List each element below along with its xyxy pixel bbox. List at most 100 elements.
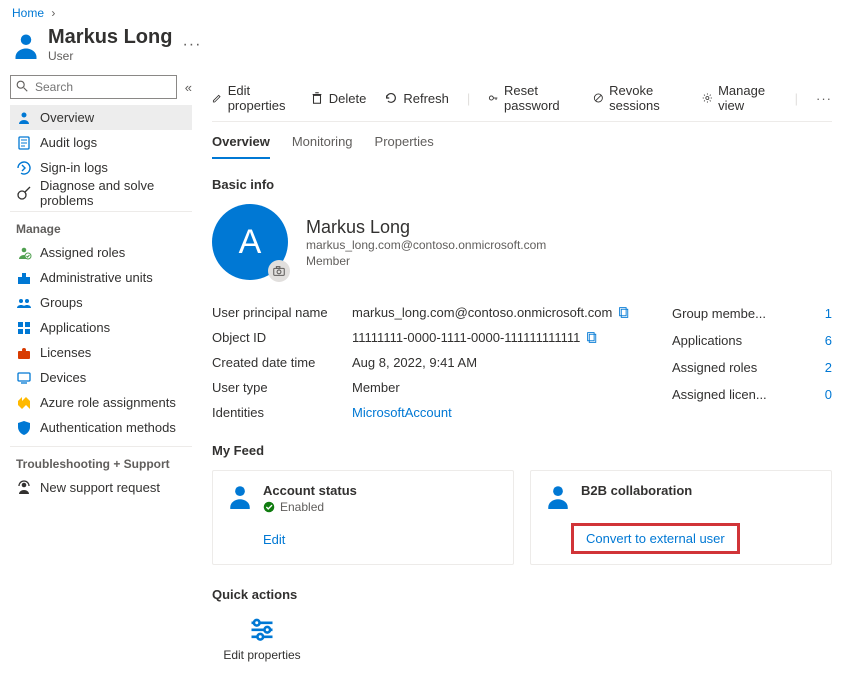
sidebar-item-label: Devices <box>40 370 86 385</box>
azure-role-icon <box>16 395 32 411</box>
toolbar: Edit properties Delete Refresh | Reset p… <box>212 77 832 122</box>
change-photo-button[interactable] <box>268 260 290 282</box>
objectid-value: 11111111-0000-1111-0000-111111111111 <box>352 330 580 345</box>
sidebar-item-groups[interactable]: Groups <box>10 290 192 315</box>
created-label: Created date time <box>212 355 352 370</box>
sidebar-item-auth-methods[interactable]: Authentication methods <box>10 415 192 440</box>
more-button[interactable]: ··· <box>182 36 201 54</box>
chevron-right-icon: › <box>51 6 55 20</box>
status-text: Enabled <box>280 500 324 514</box>
sidebar-item-label: Sign-in logs <box>40 160 108 175</box>
tab-monitoring[interactable]: Monitoring <box>292 134 353 159</box>
tab-properties[interactable]: Properties <box>375 134 434 159</box>
assigned-licenses-link[interactable]: 0 <box>825 387 832 402</box>
copy-button[interactable] <box>586 331 599 344</box>
search-input[interactable] <box>10 75 177 99</box>
sidebar-item-support[interactable]: New support request <box>10 475 192 500</box>
upn-label: User principal name <box>212 305 352 320</box>
sidebar-item-label: Authentication methods <box>40 420 176 435</box>
toolbar-more-button[interactable]: ··· <box>816 91 832 106</box>
quick-actions-heading: Quick actions <box>212 587 832 602</box>
assigned-roles-label: Assigned roles <box>672 360 757 375</box>
identities-link[interactable]: MicrosoftAccount <box>352 405 452 420</box>
account-status-card: Account status Enabled Edit <box>212 470 514 565</box>
toolbar-label: Manage view <box>718 83 777 113</box>
applications-link[interactable]: 6 <box>825 333 832 348</box>
sidebar-item-label: Licenses <box>40 345 91 360</box>
toolbar-divider: | <box>467 91 470 106</box>
quick-action-edit-properties[interactable]: Edit properties <box>212 614 312 662</box>
page-subtitle: User <box>48 49 172 63</box>
sidebar-item-label: Overview <box>40 110 94 125</box>
sidebar-item-admin-units[interactable]: Administrative units <box>10 265 192 290</box>
convert-to-external-link[interactable]: Convert to external user <box>586 531 725 546</box>
toolbar-label: Revoke sessions <box>609 83 684 113</box>
created-value: Aug 8, 2022, 9:41 AM <box>352 355 477 370</box>
toolbar-label: Delete <box>329 91 367 106</box>
admin-units-icon <box>16 270 32 286</box>
objectid-label: Object ID <box>212 330 352 345</box>
delete-button[interactable]: Delete <box>310 91 367 106</box>
main-content: Edit properties Delete Refresh | Reset p… <box>198 71 846 682</box>
collapse-sidebar-button[interactable]: « <box>185 80 192 95</box>
sidebar-item-assigned-roles[interactable]: Assigned roles <box>10 240 192 265</box>
sidebar-item-label: New support request <box>40 480 160 495</box>
refresh-button[interactable]: Refresh <box>384 91 449 106</box>
sidebar-item-label: Audit logs <box>40 135 97 150</box>
group-memberships-link[interactable]: 1 <box>825 306 832 321</box>
apps-icon <box>16 320 32 336</box>
edit-properties-button[interactable]: Edit properties <box>212 83 292 113</box>
reset-password-button[interactable]: Reset password <box>488 83 575 113</box>
user-member-type: Member <box>306 254 546 268</box>
sidebar-item-azure-roles[interactable]: Azure role assignments <box>10 390 192 415</box>
tab-overview[interactable]: Overview <box>212 134 270 159</box>
breadcrumb-home[interactable]: Home <box>12 6 44 20</box>
assigned-licenses-label: Assigned licen... <box>672 387 767 402</box>
sidebar-item-audit-logs[interactable]: Audit logs <box>10 130 192 155</box>
identities-label: Identities <box>212 405 352 420</box>
avatar: A <box>212 204 288 280</box>
toolbar-divider: | <box>795 91 798 106</box>
groups-icon <box>16 295 32 311</box>
edit-link[interactable]: Edit <box>263 532 285 547</box>
page-title: Markus Long <box>48 26 172 49</box>
usertype-label: User type <box>212 380 352 395</box>
user-icon <box>545 483 571 509</box>
sidebar-item-devices[interactable]: Devices <box>10 365 192 390</box>
revoke-sessions-button[interactable]: Revoke sessions <box>593 83 684 113</box>
wrench-icon <box>16 185 32 201</box>
sidebar-item-overview[interactable]: Overview <box>10 105 192 130</box>
copy-button[interactable] <box>618 306 631 319</box>
applications-label: Applications <box>672 333 742 348</box>
basic-info-heading: Basic info <box>212 177 832 192</box>
toolbar-label: Reset password <box>504 83 575 113</box>
audit-logs-icon <box>16 135 32 151</box>
breadcrumb: Home › <box>0 0 846 22</box>
gear-icon <box>702 91 713 105</box>
tabs: Overview Monitoring Properties <box>212 122 832 159</box>
page-header: Markus Long User ··· <box>0 22 846 71</box>
trash-icon <box>310 91 324 105</box>
sidebar-item-applications[interactable]: Applications <box>10 315 192 340</box>
sliders-icon <box>248 614 276 642</box>
sidebar-item-licenses[interactable]: Licenses <box>10 340 192 365</box>
card-title: Account status <box>263 483 357 498</box>
highlight-box: Convert to external user <box>571 523 740 554</box>
usertype-value: Member <box>352 380 400 395</box>
sidebar: « Overview Audit logs Sign-in logs Diagn… <box>0 71 198 682</box>
camera-icon <box>272 264 286 278</box>
sidebar-item-signin-logs[interactable]: Sign-in logs <box>10 155 192 180</box>
signin-icon <box>16 160 32 176</box>
manage-view-button[interactable]: Manage view <box>702 83 776 113</box>
user-icon <box>12 31 40 59</box>
assigned-roles-link[interactable]: 2 <box>825 360 832 375</box>
sidebar-item-label: Assigned roles <box>40 245 125 260</box>
user-icon <box>227 483 253 509</box>
user-name: Markus Long <box>306 217 546 238</box>
shield-icon <box>16 420 32 436</box>
sidebar-item-diagnose[interactable]: Diagnose and solve problems <box>10 180 192 205</box>
group-memberships-label: Group membe... <box>672 306 766 321</box>
refresh-icon <box>384 91 398 105</box>
check-icon <box>263 501 275 513</box>
devices-icon <box>16 370 32 386</box>
